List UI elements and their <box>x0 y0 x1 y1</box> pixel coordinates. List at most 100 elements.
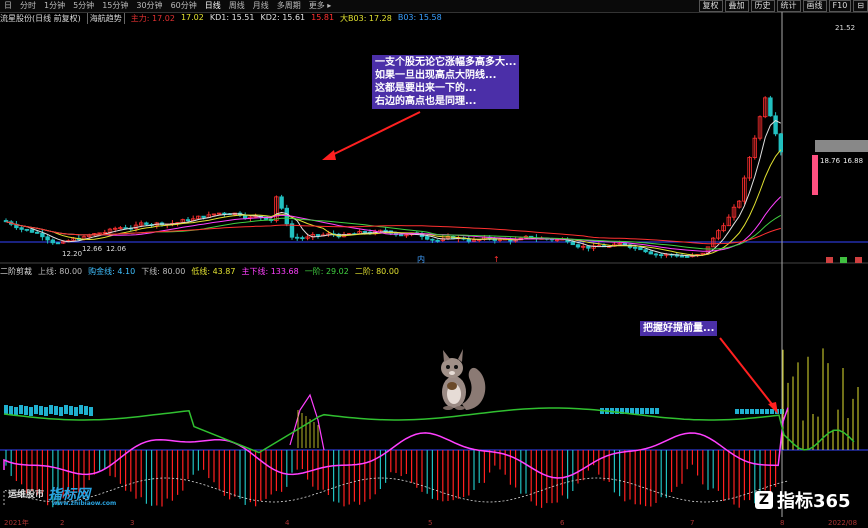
candle-body <box>638 246 643 251</box>
green-line <box>3 407 855 454</box>
price-label-low-b: 12.06 <box>106 245 127 253</box>
cyan-block <box>34 405 38 414</box>
brand-left-prefix: 运维股市 <box>8 490 45 500</box>
candle-body <box>3 220 9 223</box>
cyan-block <box>29 407 33 416</box>
candle-body <box>201 215 206 218</box>
date-tick: 2021年 <box>4 518 29 527</box>
cyan-block <box>89 407 93 416</box>
indicator-value: 下线: 80.00 <box>141 267 186 276</box>
sub-values: 上线: 80.00 购金线: 4.10 下线: 80.00 低线: 43.87 主下线:… <box>38 266 405 277</box>
candle-body <box>570 241 575 246</box>
indicator-value: 主下线: 133.68 <box>241 267 299 276</box>
cyan-block <box>39 406 43 415</box>
indicator-value: 一阶: 29.02 <box>304 267 349 276</box>
cyan-block <box>79 405 83 414</box>
cyan-block <box>745 409 749 414</box>
annotation-high-candle: 一支个股无论它涨幅多高多大... 如果一旦出现高点大阴线... 这都是要出来一下… <box>372 55 520 109</box>
dashed-line <box>3 477 789 505</box>
date-tick: 2022/08 <box>828 518 858 527</box>
cyan-block <box>615 408 619 414</box>
cyan-block <box>755 409 759 414</box>
annotation-arrowhead <box>322 150 336 160</box>
price-label-right-a: 18.76 <box>820 157 841 165</box>
cyan-block <box>635 408 639 414</box>
cyan-block <box>9 406 13 415</box>
candle-body <box>362 231 367 233</box>
candle-body <box>633 246 638 249</box>
candle-body <box>685 256 690 258</box>
price-label-high: 21.52 <box>835 24 855 32</box>
right-pink-bar <box>812 155 818 195</box>
annotation-arrow <box>327 111 421 158</box>
cyan-block <box>760 409 764 414</box>
candle-body <box>300 237 305 240</box>
candle-body <box>575 244 581 248</box>
candle-body <box>35 231 40 234</box>
annotation-arrow-2 <box>719 337 776 409</box>
date-tick: 8 <box>780 518 785 527</box>
moving-average-line <box>5 149 782 256</box>
candle-body <box>435 239 440 242</box>
cyan-block <box>74 407 78 416</box>
cyan-block <box>84 406 88 415</box>
candle-body <box>398 234 404 237</box>
candle-body <box>424 236 430 240</box>
candle-body <box>778 133 783 153</box>
marker-inner: 内 <box>417 254 425 264</box>
candle-body <box>315 234 321 236</box>
candle-body <box>50 239 55 244</box>
cyan-block <box>655 408 659 414</box>
candle-body <box>40 232 45 238</box>
candle-body <box>648 251 653 255</box>
cyan-block <box>59 407 63 416</box>
candle-body <box>19 227 24 230</box>
candle-body <box>768 97 773 117</box>
cyan-block <box>54 406 58 415</box>
candle-body <box>144 222 149 225</box>
note1-line: 右边的高点也是同理... <box>375 96 477 107</box>
cyan-block <box>19 405 23 414</box>
candle-body <box>679 255 685 258</box>
chip-icon <box>826 257 833 263</box>
z-logo-icon: Z <box>755 491 773 509</box>
candle-body <box>773 115 778 135</box>
candle-body <box>466 238 471 242</box>
indicator-value: 购金线: 4.10 <box>88 267 136 276</box>
candle-body <box>24 228 29 231</box>
candle-body <box>643 249 648 253</box>
date-tick: 3 <box>130 518 135 527</box>
candle-body <box>653 253 659 256</box>
cyan-block <box>640 408 644 414</box>
candle-body <box>242 214 248 219</box>
cyan-block <box>740 409 744 414</box>
brand-left-url: www.zhibiaow.com <box>52 500 117 507</box>
right-gray-box <box>815 140 868 152</box>
chip-icon <box>855 257 862 263</box>
note1-line: 一支个股无论它涨幅多高多大... <box>375 57 517 68</box>
cyan-block <box>24 406 28 415</box>
annotation-lead: 把握好提前量... <box>640 321 718 336</box>
cyan-block <box>750 409 754 414</box>
price-label-low: 12.20 <box>62 250 82 258</box>
cyan-block <box>650 408 654 414</box>
price-label-right-b: 16.88 <box>843 157 863 165</box>
candle-body <box>29 229 35 233</box>
candle-body <box>185 219 191 222</box>
pink-peak <box>289 393 325 451</box>
cyan-block <box>44 407 48 416</box>
indicator-value: 二阶: 80.00 <box>354 267 399 276</box>
cyan-block <box>735 409 739 414</box>
candle-body <box>430 238 435 241</box>
candle-body <box>55 242 61 245</box>
date-axis: 2021年 2 3 4 5 6 7 8 2022/08 <box>0 517 868 528</box>
sub-chart-title: 二阶剪裁 <box>0 267 32 276</box>
candle-body <box>279 196 284 209</box>
candle-body <box>294 236 300 239</box>
marker-arrow: ↑ <box>493 255 500 264</box>
brand-right-name: 指标365 <box>777 491 851 512</box>
cyan-block <box>770 409 774 414</box>
squirrel-mascot-icon <box>441 349 486 410</box>
date-tick: 4 <box>285 518 290 527</box>
candle-body <box>659 254 664 257</box>
